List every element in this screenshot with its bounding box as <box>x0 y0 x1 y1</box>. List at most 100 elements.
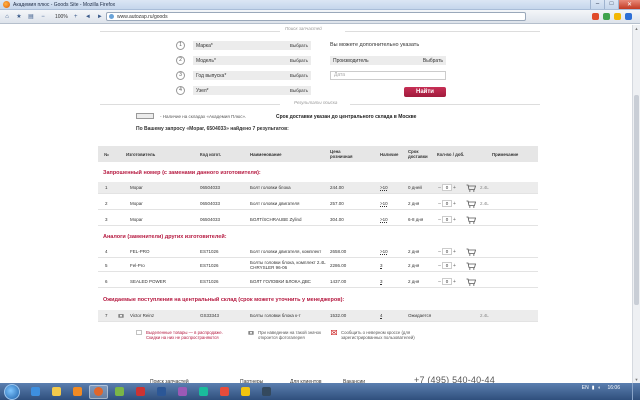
quantity-value[interactable]: 0 <box>442 216 452 223</box>
zoom-out-icon[interactable]: − <box>39 13 47 21</box>
col-code: Код изгот. <box>200 152 222 157</box>
taskbar-app-icon[interactable] <box>110 385 129 399</box>
add-to-cart-icon[interactable] <box>466 262 476 270</box>
unit-select[interactable]: Узел* Выбрать <box>193 86 311 95</box>
find-button[interactable]: Найти <box>404 87 446 97</box>
row-maker: Victor Reinz <box>130 313 155 318</box>
show-desktop-button[interactable] <box>632 383 640 400</box>
taskbar-firefox-icon[interactable] <box>89 384 108 399</box>
minimize-button[interactable]: – <box>590 0 604 9</box>
close-button[interactable]: ✕ <box>618 0 640 9</box>
add-to-cart-icon[interactable] <box>466 248 476 256</box>
extra-options-label: Вы можете дополнительно указать <box>330 42 420 48</box>
row-price: 1437.00 <box>330 279 347 284</box>
increment-button[interactable]: + <box>452 249 457 255</box>
col-qty: Кол-во / доб. <box>437 152 465 157</box>
increment-button[interactable]: + <box>452 185 457 191</box>
quantity-stepper[interactable]: –0 + <box>437 184 457 191</box>
taskbar-explorer-icon[interactable] <box>47 385 66 399</box>
add-to-cart-icon[interactable] <box>466 216 476 224</box>
quantity-value[interactable]: 0 <box>442 248 452 255</box>
year-row: 3 Год выпуска* Выбрать <box>176 71 311 80</box>
manufacturer-select[interactable]: Производитель Выбрать <box>330 56 446 65</box>
addon-icon[interactable] <box>603 13 610 20</box>
increment-button[interactable]: + <box>452 217 457 223</box>
select-label: Год выпуска* <box>196 72 227 79</box>
col-num: № <box>104 152 109 157</box>
row-availability: >10 <box>380 217 388 222</box>
quantity-value[interactable]: 0 <box>442 184 452 191</box>
addon-icon[interactable] <box>592 13 599 20</box>
table-row: 5 Fel-Pro ES71026 Болты головки блока, комп… <box>98 260 538 272</box>
row-note: 2.4L <box>480 185 489 190</box>
footnote-report[interactable]: Сообщить о неверном кроссе (для зарегист… <box>341 330 441 340</box>
language-indicator[interactable]: EN <box>582 385 589 391</box>
step-number: 4 <box>176 86 185 95</box>
row-code: GS33343 <box>200 313 220 318</box>
add-to-cart-icon[interactable] <box>466 184 476 192</box>
select-action[interactable]: Выбрать <box>423 58 443 64</box>
quantity-stepper[interactable]: –0 + <box>437 248 457 255</box>
step-number: 3 <box>176 71 185 80</box>
row-availability: 4 <box>380 313 383 318</box>
date-input[interactable]: Дата <box>330 71 446 80</box>
brand-select[interactable]: Марка* Выбрать <box>193 41 311 50</box>
taskbar-app-icon[interactable] <box>257 385 276 399</box>
col-price: Цена розничная <box>330 149 353 159</box>
scroll-down-icon[interactable]: ▼ <box>634 377 639 382</box>
back-icon[interactable]: ◄ <box>84 13 92 21</box>
taskbar-app-icon[interactable] <box>236 385 255 399</box>
add-to-cart-icon[interactable] <box>466 200 476 208</box>
col-term: Срок доставки <box>408 149 428 159</box>
increment-button[interactable]: + <box>452 279 457 285</box>
address-bar[interactable]: www.autozap.ru/goods <box>106 12 526 21</box>
select-action[interactable]: Выбрать <box>290 58 308 63</box>
taskbar-app-icon[interactable] <box>215 385 234 399</box>
addon-icon[interactable] <box>625 13 632 20</box>
select-action[interactable]: Выбрать <box>290 43 308 48</box>
quantity-stepper[interactable]: –0 + <box>437 216 457 223</box>
taskbar-app-icon[interactable] <box>131 385 150 399</box>
increment-button[interactable]: + <box>452 201 457 207</box>
row-price: 244.00 <box>330 185 344 190</box>
results-table-header: № Изготовитель Код изгот. Наименование Ц… <box>98 146 538 162</box>
row-maker: Fel-Pro <box>130 263 145 268</box>
row-note: 2.4L <box>480 313 489 318</box>
footnote-highlighted: Выделенные товары — в распродаже. Скидки… <box>146 330 223 340</box>
quantity-value[interactable]: 0 <box>442 200 452 207</box>
taskbar-ie-icon[interactable] <box>26 385 45 399</box>
quantity-value[interactable]: 0 <box>442 262 452 269</box>
home-icon[interactable]: ⌂ <box>3 13 11 21</box>
forward-icon[interactable]: ► <box>96 13 104 21</box>
zoom-in-icon[interactable]: + <box>72 13 80 21</box>
volume-icon[interactable]: ◖ <box>597 385 600 391</box>
select-action[interactable]: Выбрать <box>290 73 308 78</box>
brand-row: 1 Марка* Выбрать <box>176 41 311 50</box>
model-select[interactable]: Модель* Выбрать <box>193 56 311 65</box>
print-icon[interactable]: ▤ <box>27 13 35 21</box>
bookmark-icon[interactable]: ★ <box>15 13 23 21</box>
row-number: 7 <box>105 313 108 318</box>
year-select[interactable]: Год выпуска* Выбрать <box>193 71 311 80</box>
taskbar-app-icon[interactable] <box>152 385 171 399</box>
increment-button[interactable]: + <box>452 263 457 269</box>
taskbar-app-icon[interactable] <box>194 385 213 399</box>
camera-icon[interactable] <box>118 313 124 318</box>
step-number: 2 <box>176 56 185 65</box>
scroll-up-icon[interactable]: ▲ <box>634 26 639 31</box>
taskbar-app-icon[interactable] <box>173 385 192 399</box>
page-scrollbar[interactable]: ▲ ▼ <box>632 25 640 383</box>
taskbar-media-icon[interactable] <box>68 385 87 399</box>
quantity-value[interactable]: 0 <box>442 278 452 285</box>
quantity-stepper[interactable]: –0 + <box>437 278 457 285</box>
network-icon[interactable]: ▮ <box>592 385 595 391</box>
start-button[interactable] <box>4 383 20 400</box>
quantity-stepper[interactable]: –0 + <box>437 262 457 269</box>
scrollbar-thumb[interactable] <box>634 95 639 305</box>
addon-icon[interactable] <box>614 13 621 20</box>
add-to-cart-icon[interactable] <box>466 278 476 286</box>
select-action[interactable]: Выбрать <box>290 88 308 93</box>
quantity-stepper[interactable]: –0 + <box>437 200 457 207</box>
maximize-button[interactable]: □ <box>604 0 618 9</box>
clock[interactable]: 16:06 <box>607 385 620 391</box>
